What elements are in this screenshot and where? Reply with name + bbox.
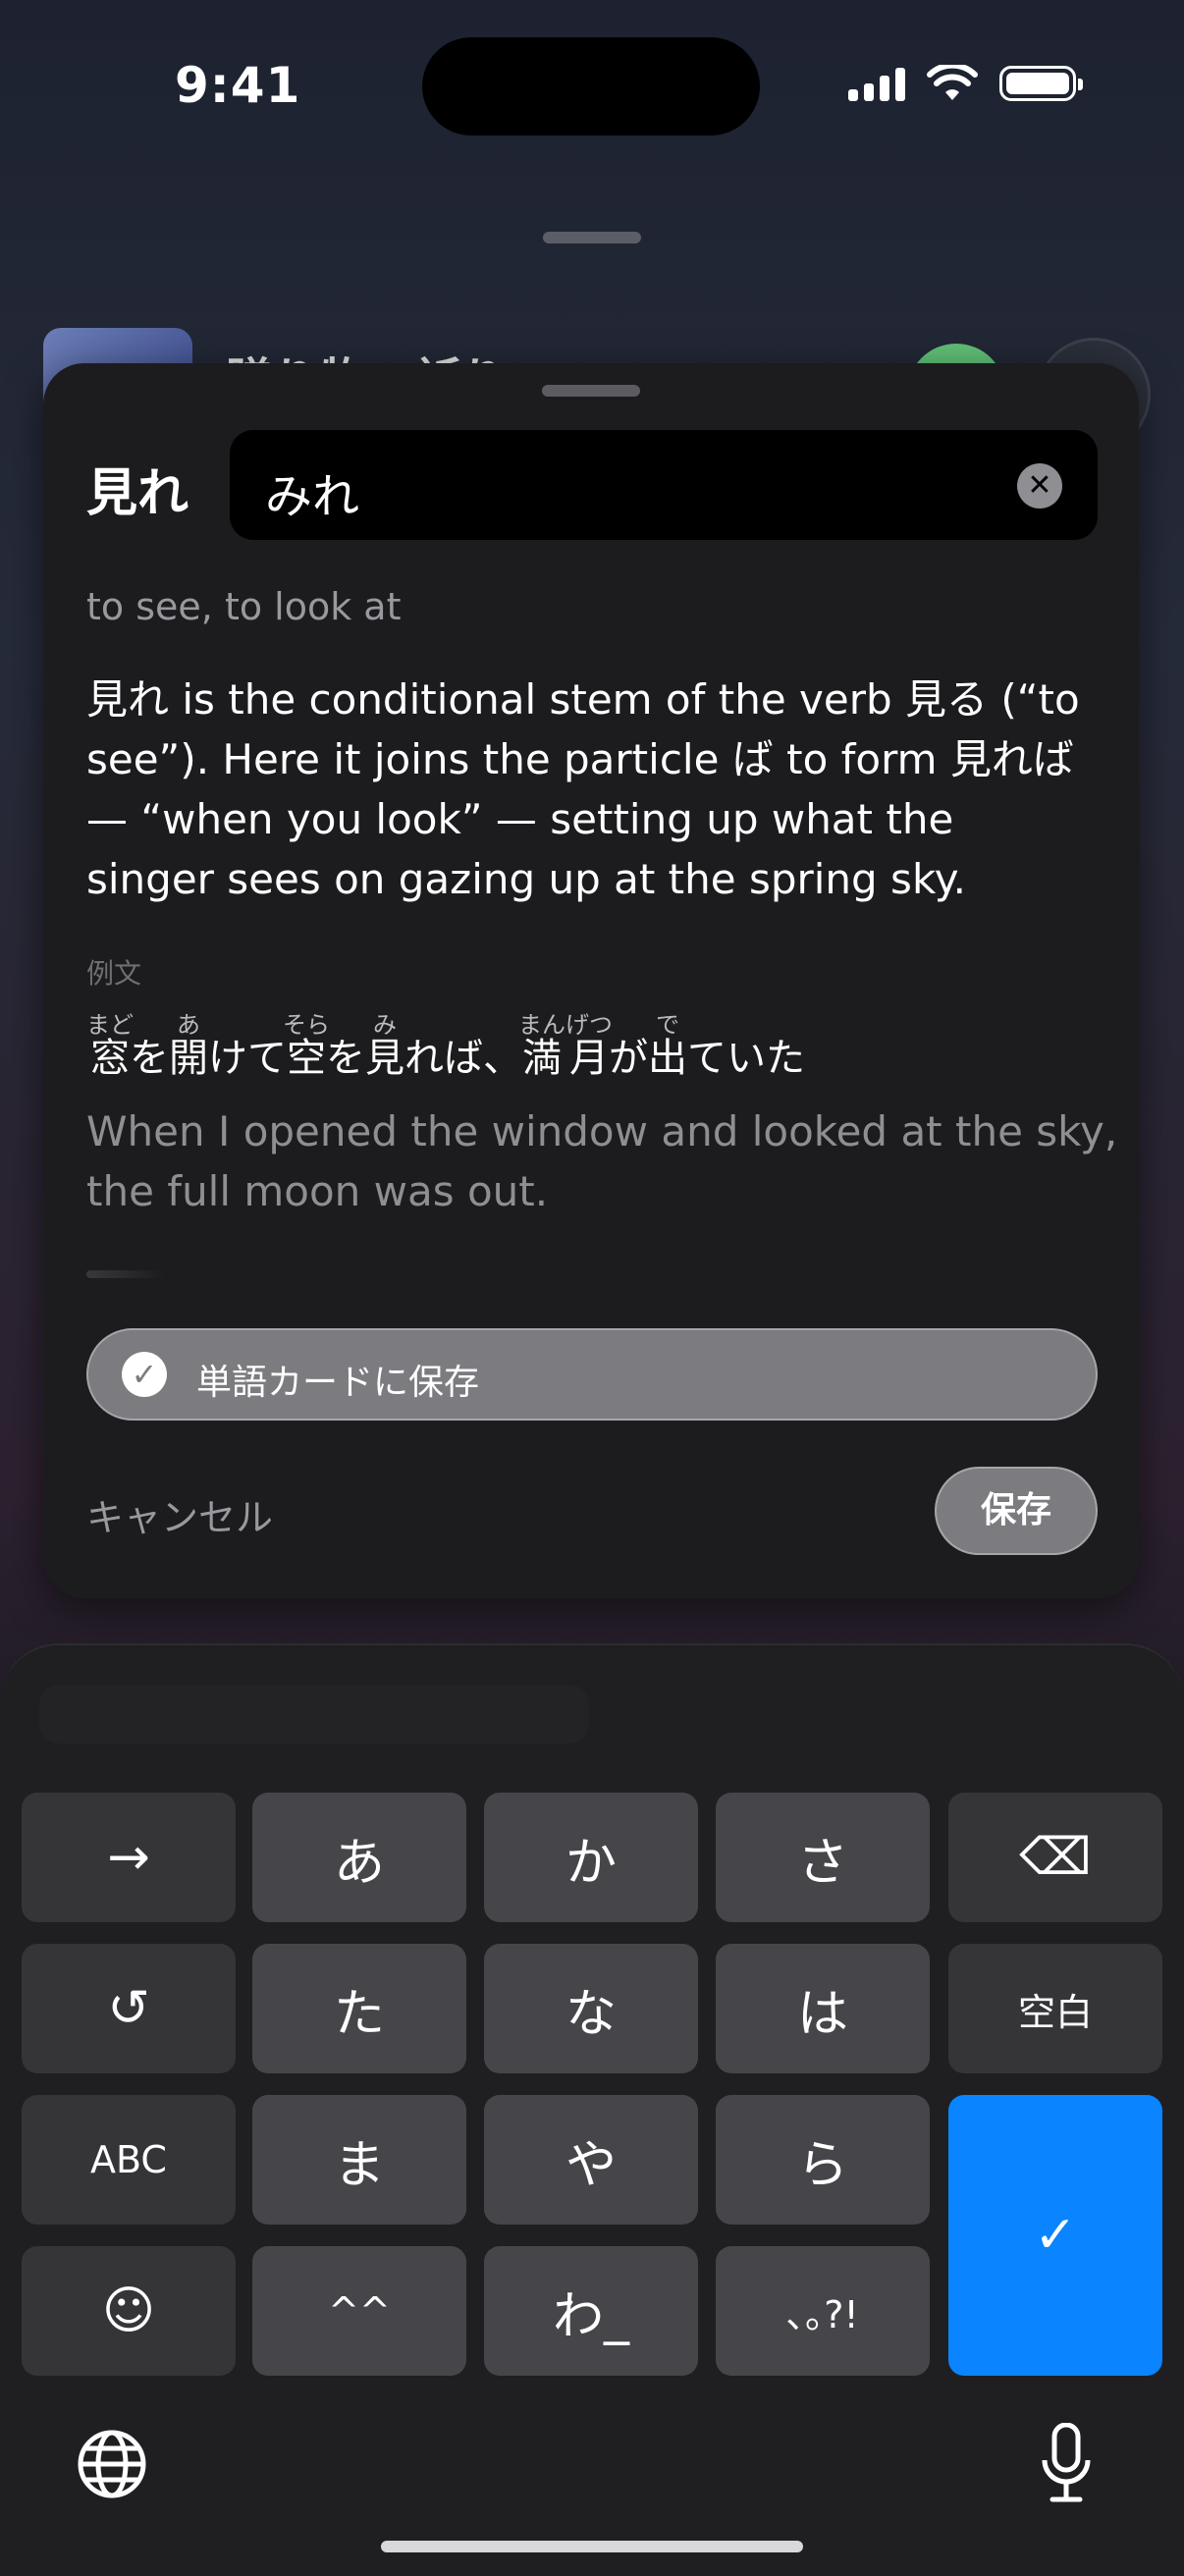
example-kana: ていた [687, 1036, 805, 1081]
checkmark-icon: ✓ [122, 1352, 167, 1397]
key-ya[interactable]: や [484, 2095, 698, 2225]
sheet-grabber[interactable] [542, 385, 640, 397]
microphone-icon[interactable] [1039, 2423, 1094, 2505]
background-sheet-grabber [543, 232, 641, 243]
keyboard-candidate-bar [39, 1685, 589, 1744]
confirm-return-key[interactable]: ✓ [948, 2095, 1162, 2376]
example-kana: けて [208, 1036, 287, 1081]
example-kanji: 見み [365, 1011, 404, 1081]
cellular-signal-icon [848, 66, 905, 101]
status-time: 9:41 [175, 57, 301, 114]
example-kana: を [326, 1036, 365, 1081]
example-kana: れば、 [404, 1036, 522, 1081]
example-furigana: み [365, 1011, 404, 1039]
faded-next-section [86, 1270, 165, 1278]
dynamic-island [422, 37, 760, 135]
key-ra[interactable]: ら [716, 2095, 930, 2225]
key-ta[interactable]: た [252, 1944, 466, 2073]
key-wa[interactable]: わ_ [484, 2246, 698, 2376]
word-detail-sheet: 見れ みれ ✕ to see, to look at 見れ is the con… [43, 363, 1139, 1598]
term-headword: 見れ [86, 464, 189, 523]
status-icons [848, 65, 1083, 102]
battery-icon [999, 66, 1083, 101]
example-kanji: 開あ [169, 1011, 208, 1081]
key-sa[interactable]: さ [716, 1793, 930, 1922]
example-furigana: そら [283, 1011, 330, 1039]
example-translation: When I opened the window and looked at t… [86, 1107, 1118, 1215]
example-kana: が [609, 1036, 648, 1081]
key-ha[interactable]: は [716, 1944, 930, 2073]
key-kaomoji[interactable]: ^^ [252, 2246, 466, 2376]
key-space[interactable]: 空白 [948, 1944, 1162, 2073]
key-ka[interactable]: か [484, 1793, 698, 1922]
key-next-arrow[interactable]: → [22, 1793, 236, 1922]
key-ma[interactable]: ま [252, 2095, 466, 2225]
cancel-button[interactable]: キャンセル [86, 1487, 273, 1541]
reading-input-value: みれ [265, 469, 360, 524]
example-furigana: まど [86, 1011, 134, 1039]
example-kanji: 満月まんげつ [518, 1011, 613, 1081]
gloss-text: to see, to look at [86, 585, 402, 628]
example-kanji: 空そら [283, 1011, 330, 1081]
key-a[interactable]: あ [252, 1793, 466, 1922]
key-na[interactable]: な [484, 1944, 698, 2073]
save-button[interactable]: 保存 [935, 1467, 1098, 1555]
example-furigana: まんげつ [518, 1011, 613, 1039]
example-sentence: 窓まどを開あけて空そらを見みれば、満月まんげつが出でていた [86, 1011, 805, 1078]
save-to-cards-toggle[interactable]: ✓ 単語カードに保存 [86, 1328, 1098, 1421]
example-furigana: あ [169, 1011, 208, 1039]
example-furigana: で [648, 1011, 687, 1039]
key-abc[interactable]: ABC [22, 2095, 236, 2225]
home-indicator [381, 2541, 803, 2552]
example-kanji: 出で [648, 1011, 687, 1081]
key-punctuation[interactable]: ､｡?! [716, 2246, 930, 2376]
example-kana: を [130, 1036, 169, 1081]
delete-icon[interactable]: ⌫ [948, 1793, 1162, 1922]
example-kanji: 窓まど [86, 1011, 134, 1081]
globe-icon[interactable] [77, 2429, 147, 2499]
examples-label: 例文 [86, 957, 142, 990]
undo-icon[interactable]: ↺ [22, 1944, 236, 2073]
reading-input[interactable]: みれ ✕ [230, 430, 1098, 540]
wifi-icon [927, 65, 978, 100]
emoji-icon[interactable]: ☺ [22, 2246, 236, 2376]
save-to-cards-label: 単語カードに保存 [196, 1363, 480, 1403]
explanation-text: 見れ is the conditional stem of the verb 見… [86, 675, 1080, 903]
clear-input-icon[interactable]: ✕ [1017, 463, 1062, 509]
